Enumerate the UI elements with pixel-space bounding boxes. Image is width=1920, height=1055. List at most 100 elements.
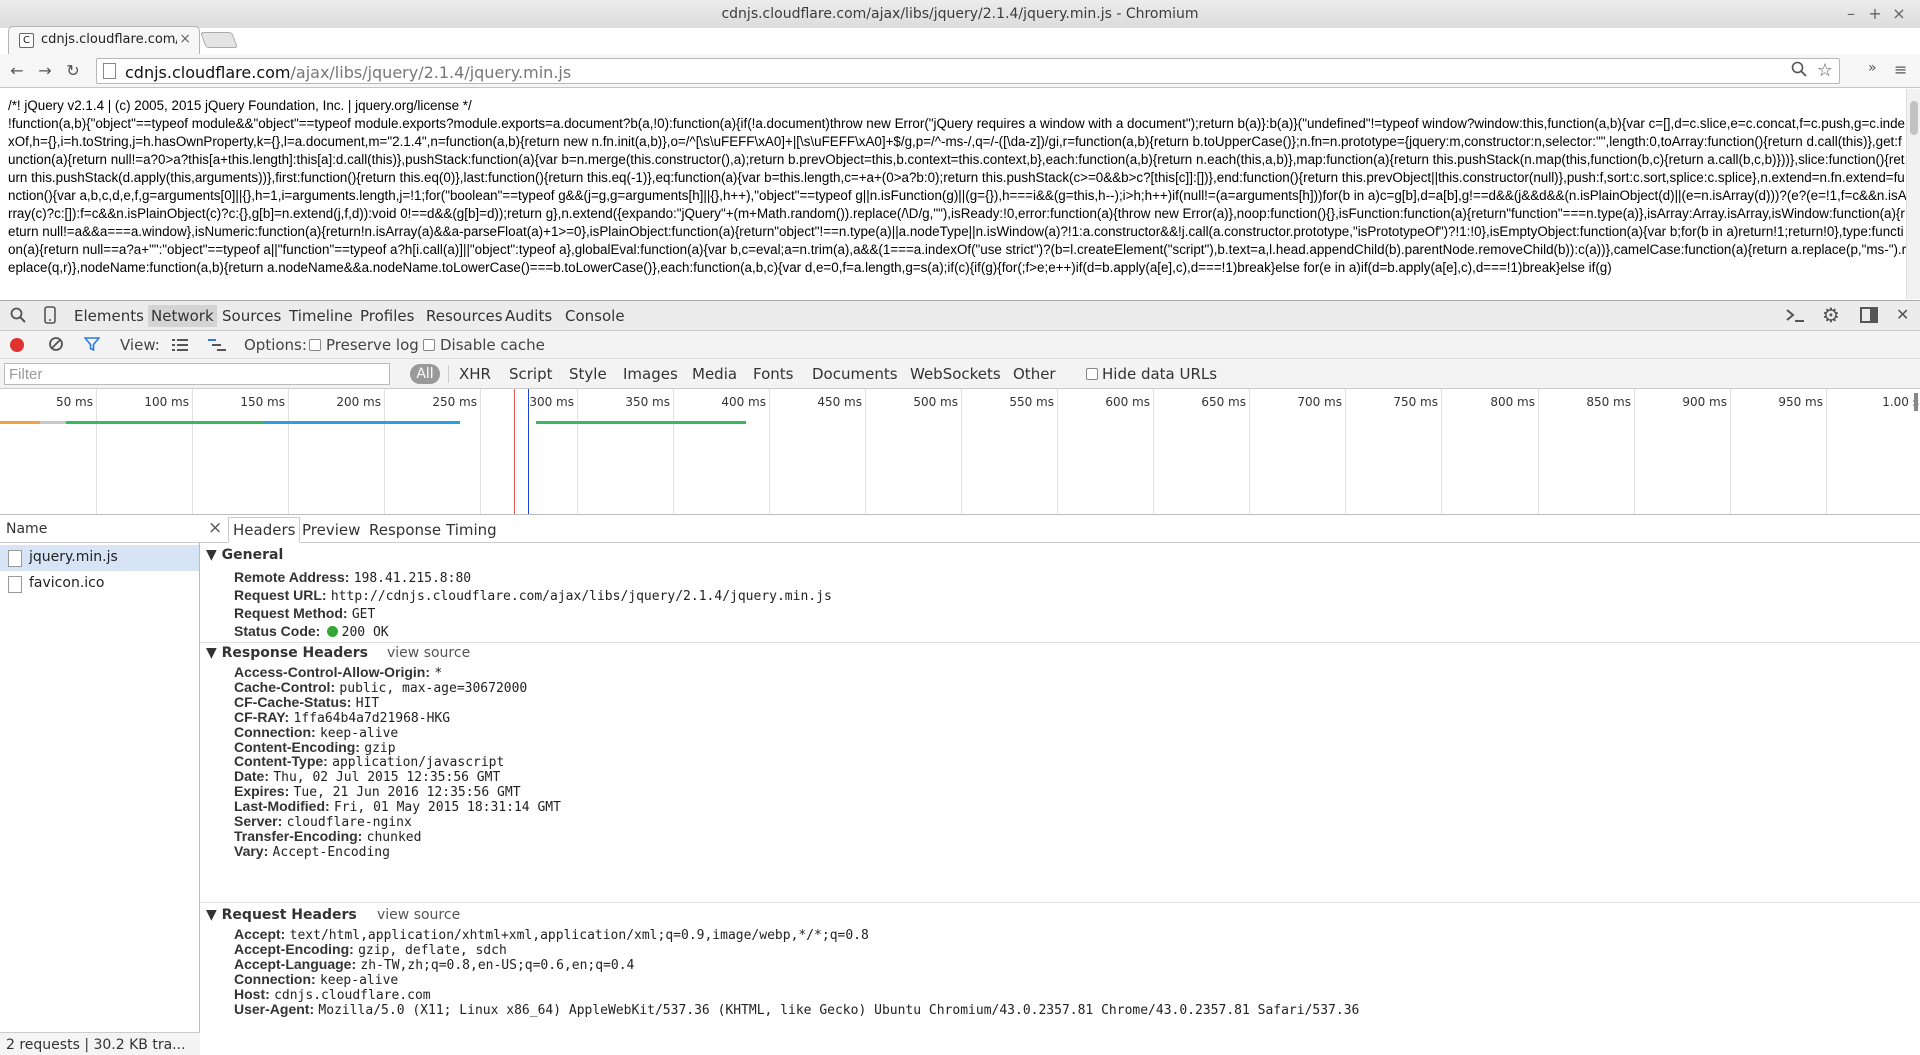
timeline-gridline <box>96 389 97 514</box>
timeline-overview[interactable]: 50 ms 100 ms 150 ms 200 ms 250 ms 300 ms 350 m… <box>0 389 1920 515</box>
reload-icon[interactable]: ↻ <box>62 60 84 82</box>
close-devtools-icon[interactable]: ✕ <box>1896 305 1909 324</box>
timeline-tick-label: 200 ms <box>336 395 381 409</box>
extensions-overflow-icon[interactable]: » <box>1868 60 1877 76</box>
tab-network[interactable]: Network <box>148 305 217 327</box>
bookmark-star-icon[interactable]: ☆ <box>1817 60 1833 81</box>
tab-headers[interactable]: Headers <box>228 517 301 543</box>
tab-sources[interactable]: Sources <box>222 307 281 325</box>
network-toolbar: View: Options: Preserve log Disable cach… <box>0 331 1920 359</box>
timeline-tick-label: 650 ms <box>1201 395 1246 409</box>
tab-console[interactable]: Console <box>565 307 625 325</box>
timeline-gridline <box>1634 389 1635 514</box>
large-rows-icon[interactable] <box>172 337 188 356</box>
tab-timeline[interactable]: Timeline <box>289 307 353 325</box>
name-column-header: Name <box>6 521 48 537</box>
timeline-gridline <box>1538 389 1539 514</box>
view-label: View: <box>120 336 160 354</box>
type-filter-style[interactable]: Style <box>569 365 607 383</box>
page-scrollbar[interactable] <box>1906 89 1920 299</box>
header-key: Remote Address: <box>234 569 350 585</box>
timeline-gridline <box>1441 389 1442 514</box>
request-name: favicon.ico <box>29 575 105 591</box>
section-divider <box>200 642 1920 643</box>
type-filter-other[interactable]: Other <box>1013 365 1056 383</box>
favicon-icon: C <box>19 33 34 48</box>
minimize-icon[interactable]: – <box>1840 3 1862 25</box>
request-row-favicon[interactable]: favicon.ico <box>0 571 199 597</box>
general-section-toggle[interactable]: ▼ General <box>206 547 283 563</box>
address-bar[interactable]: cdnjs.cloudflare.com/ajax/libs/jquery/2.… <box>96 58 1840 84</box>
type-filter-websockets[interactable]: WebSockets <box>910 365 1001 383</box>
type-filter-fonts[interactable]: Fonts <box>753 365 793 383</box>
timeline-tick-label: 900 ms <box>1682 395 1727 409</box>
timeline-gridline <box>673 389 674 514</box>
header-value: 198.41.215.8:80 <box>353 571 472 586</box>
timeline-tick-label: 950 ms <box>1778 395 1823 409</box>
dock-side-icon[interactable] <box>1860 306 1878 328</box>
request-headers-toggle[interactable]: ▼ Request Headers <box>206 907 357 923</box>
timeline-tick-label: 350 ms <box>625 395 670 409</box>
forward-icon[interactable]: → <box>34 60 56 82</box>
general-section-title: General <box>221 547 284 563</box>
type-filter-xhr[interactable]: XHR <box>459 365 491 383</box>
tab-audits[interactable]: Audits <box>505 307 552 325</box>
header-key: Request Method: <box>234 605 348 621</box>
filter-input[interactable] <box>4 363 390 385</box>
close-details-icon[interactable]: × <box>208 518 222 538</box>
type-filter-images[interactable]: Images <box>623 365 678 383</box>
request-name: jquery.min.js <box>29 549 118 565</box>
maximize-icon[interactable]: + <box>1864 3 1886 25</box>
disable-cache-checkbox[interactable] <box>423 339 435 351</box>
url-host: cdnjs.cloudflare.com <box>125 63 291 82</box>
tab-elements[interactable]: Elements <box>74 307 144 325</box>
header-key: Request URL: <box>234 587 327 603</box>
tab-profiles[interactable]: Profiles <box>360 307 414 325</box>
network-filterbar: All XHR Script Style Images Media Fonts … <box>0 359 1920 389</box>
zoom-icon[interactable] <box>1791 61 1807 81</box>
timeline-tick-label: 100 ms <box>144 395 189 409</box>
receiving-bar <box>536 421 746 424</box>
type-filter-documents[interactable]: Documents <box>812 365 898 383</box>
request-row-jquery[interactable]: jquery.min.js <box>0 545 199 571</box>
browser-tab[interactable]: C cdnjs.cloudflare.com/aja × <box>8 26 200 54</box>
back-icon[interactable]: ← <box>6 60 28 82</box>
header-value: Mozilla/5.0 (X11; Linux x86_64) AppleWeb… <box>318 1002 1360 1018</box>
console-drawer-icon[interactable] <box>1784 305 1806 329</box>
menu-icon[interactable]: ≡ <box>1894 60 1907 79</box>
type-filter-script[interactable]: Script <box>509 365 553 383</box>
settings-gear-icon[interactable]: ⚙ <box>1822 303 1840 327</box>
type-filter-media[interactable]: Media <box>692 365 737 383</box>
url-text[interactable]: cdnjs.cloudflare.com/ajax/libs/jquery/2.… <box>125 63 571 82</box>
filter-funnel-icon[interactable] <box>83 336 101 356</box>
tab-close-icon[interactable]: × <box>179 31 191 47</box>
type-filter-all[interactable]: All <box>410 364 440 384</box>
overview-resize-handle[interactable] <box>1914 393 1918 411</box>
request-view-source-link[interactable]: view source <box>377 907 460 923</box>
request-list-header[interactable]: Name <box>0 515 200 543</box>
overview-waterfall-icon[interactable] <box>208 337 226 356</box>
tab-resources[interactable]: Resources <box>426 307 503 325</box>
page-scroll-thumb[interactable] <box>1910 101 1918 135</box>
close-window-icon[interactable]: × <box>1888 3 1910 25</box>
response-view-source-link[interactable]: view source <box>387 645 470 661</box>
tab-preview[interactable]: Preview <box>302 521 360 539</box>
hide-data-urls-label[interactable]: Hide data URLs <box>1102 365 1217 383</box>
header-value: zh-TW,zh;q=0.8,en-US;q=0.6,en;q=0.4 <box>360 957 635 973</box>
disable-cache-label[interactable]: Disable cache <box>440 336 545 354</box>
preserve-log-label[interactable]: Preserve log <box>326 336 419 354</box>
preserve-log-checkbox[interactable] <box>309 339 321 351</box>
tab-timing[interactable]: Timing <box>446 521 497 539</box>
clear-icon[interactable] <box>48 336 64 356</box>
window-title: cdnjs.cloudflare.com/ajax/libs/jquery/2.… <box>721 6 1199 22</box>
inspect-search-icon[interactable] <box>10 307 26 327</box>
response-headers-toggle[interactable]: ▼ Response Headers <box>206 645 368 661</box>
device-mode-icon[interactable] <box>44 306 56 328</box>
header-value: http://cdnjs.cloudflare.com/ajax/libs/jq… <box>330 589 832 604</box>
new-tab-button[interactable] <box>200 32 238 48</box>
tab-response[interactable]: Response <box>369 521 441 539</box>
hide-data-urls-checkbox[interactable] <box>1086 368 1098 380</box>
record-icon[interactable] <box>10 338 24 352</box>
timeline-tick-label: 150 ms <box>240 395 285 409</box>
browser-toolbar: ← → ↻ cdnjs.cloudflare.com/ajax/libs/jqu… <box>0 54 1920 88</box>
